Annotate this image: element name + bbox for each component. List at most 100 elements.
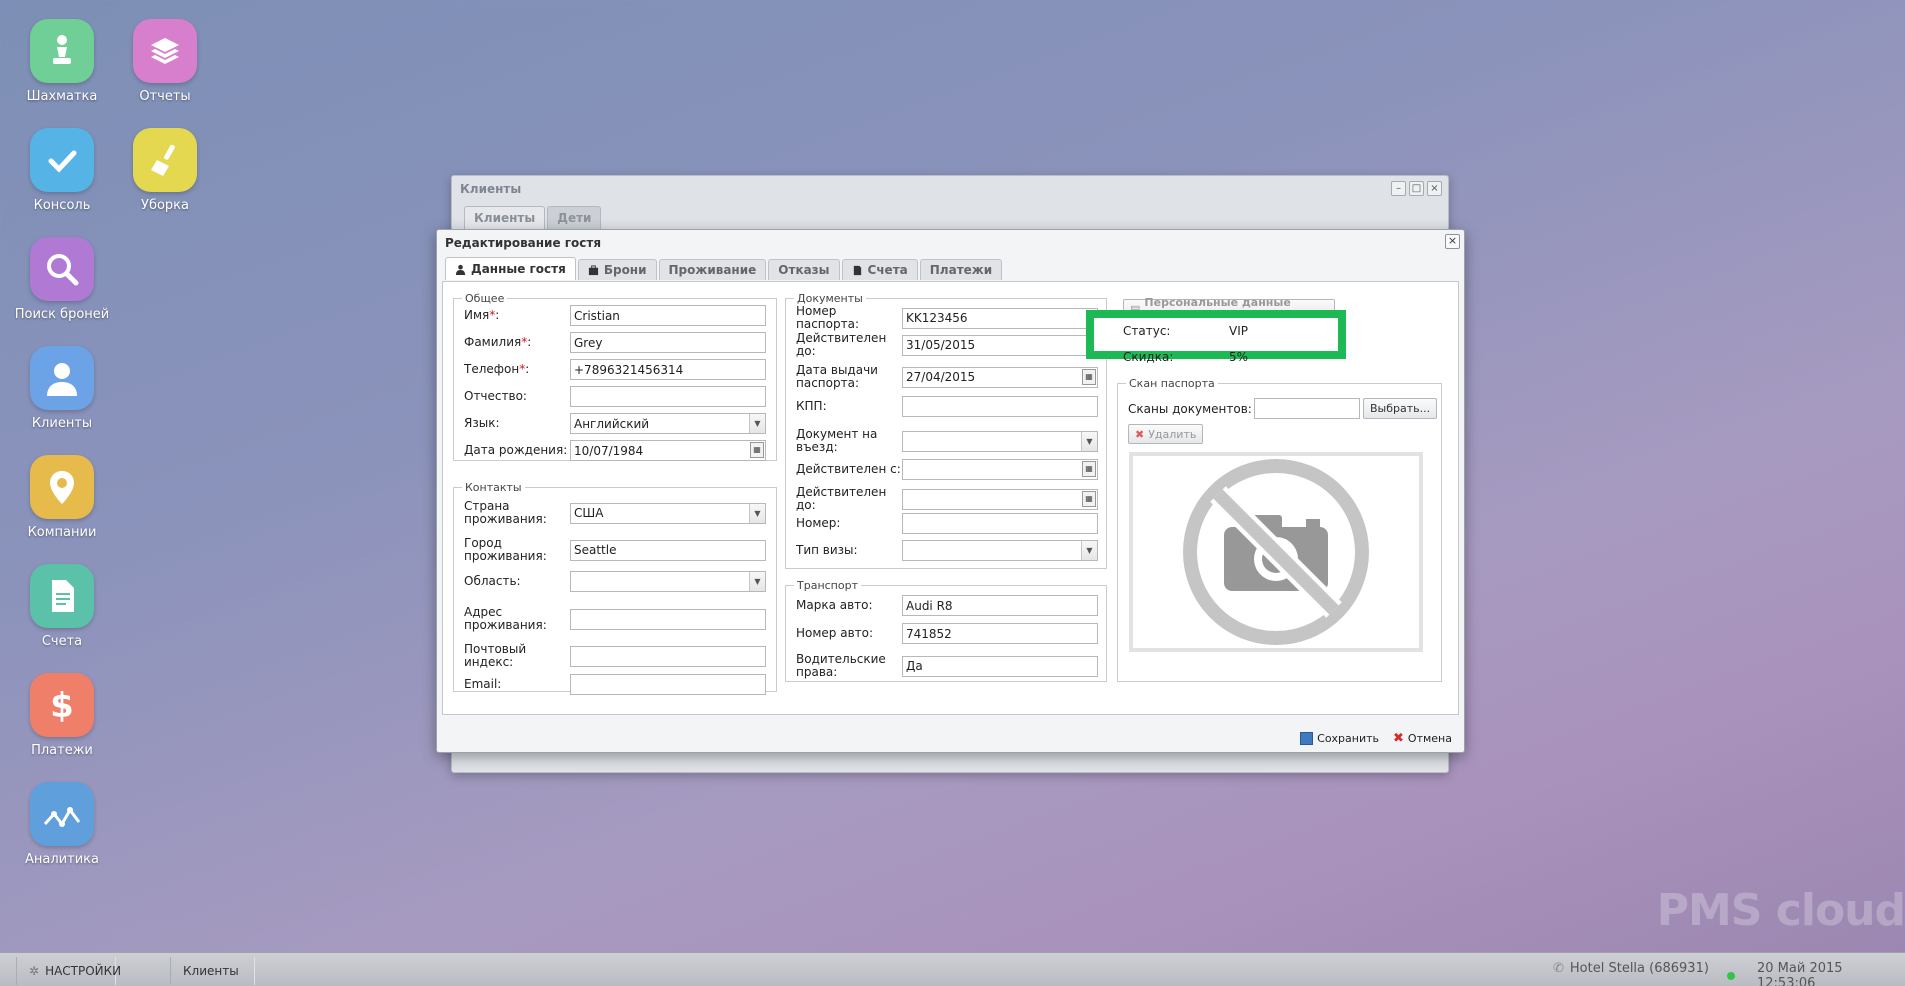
general-legend: Общее	[465, 292, 505, 305]
desktop-icon-label: Компании	[27, 525, 97, 540]
chevron-down-icon[interactable]: ▼	[1081, 541, 1097, 560]
country-label: Страна проживания:	[464, 499, 547, 526]
valid-from-field[interactable]: ▦	[902, 459, 1098, 480]
desktop-icon-label: Аналитика	[25, 852, 99, 867]
desktop-icon-companies[interactable]: Компании	[12, 455, 112, 540]
dialog-close-button[interactable]: ×	[1445, 234, 1460, 249]
status-label: Статус:	[1123, 324, 1171, 338]
tab-stay[interactable]: Проживание	[658, 259, 767, 280]
save-button[interactable]: Сохранить	[1300, 732, 1379, 745]
calendar-icon[interactable]: ▦	[1082, 461, 1096, 477]
issue-date-field[interactable]: 27/04/2015 ▦	[902, 366, 1098, 388]
dialog-body: Общее Имя*: Cristian Фамилия*: Grey Теле…	[442, 281, 1459, 715]
valid-to-field[interactable]: 31/05/2015	[902, 334, 1098, 356]
car-number-field[interactable]: 741852	[902, 623, 1098, 644]
maximize-button[interactable]: □	[1409, 181, 1424, 196]
kpp-field[interactable]	[902, 396, 1098, 417]
tab-bookings[interactable]: Брони	[577, 259, 657, 280]
chevron-down-icon[interactable]: ▼	[1081, 431, 1097, 451]
calendar-icon[interactable]: ▦	[1082, 368, 1096, 385]
country-value: США	[574, 506, 604, 520]
kpp-label: КПП:	[796, 399, 827, 413]
first-name-field[interactable]: Cristian	[570, 305, 766, 326]
line-chart-icon	[30, 782, 94, 846]
region-label: Область:	[464, 574, 521, 588]
first-name-label: Имя*:	[464, 308, 500, 322]
passport-number-label: Номер паспорта:	[796, 304, 859, 331]
desktop-icon-label: Платежи	[31, 743, 93, 758]
valid-to-2-field[interactable]: ▦	[902, 488, 1098, 510]
chevron-down-icon[interactable]: ▼	[749, 414, 765, 433]
tab-guest-data[interactable]: Данные гостя	[445, 257, 576, 280]
desktop-icon-label: Шахматка	[26, 89, 98, 104]
contacts-legend: Контакты	[465, 481, 522, 494]
datetime-display: 20 Май 2015 12:53:06	[1727, 961, 1905, 986]
drivers-license-field[interactable]: Да	[902, 655, 1098, 677]
desktop-icon-analytics[interactable]: Аналитика	[12, 782, 112, 867]
car-brand-field[interactable]: Audi R8	[902, 595, 1098, 616]
scans-field[interactable]	[1254, 398, 1360, 419]
last-name-label: Фамилия*:	[464, 335, 532, 349]
hotel-label: Hotel Stella (686931)	[1569, 961, 1709, 976]
entry-document-select[interactable]: ▼	[902, 430, 1098, 452]
patronymic-field[interactable]	[570, 386, 766, 407]
desktop-icon-cleaning[interactable]: Уборка	[115, 128, 215, 213]
chess-pawn-icon	[30, 19, 94, 83]
hotel-indicator[interactable]: ✆ Hotel Stella (686931)	[1553, 961, 1709, 976]
zip-field[interactable]	[570, 645, 766, 667]
delete-scan-button[interactable]: ✖ Удалить	[1128, 424, 1204, 444]
desktop-icon-label: Поиск броней	[14, 307, 110, 322]
settings-label: НАСТРОЙКИ	[45, 964, 122, 978]
desktop-icon-payments[interactable]: $ Платежи	[12, 673, 112, 758]
zip-label: Почтовый индекс:	[464, 642, 527, 669]
delete-x-icon: ✖	[1135, 427, 1145, 441]
desktop-icon-console[interactable]: Консоль	[12, 128, 112, 213]
minimize-button[interactable]: –	[1391, 181, 1406, 196]
address-field[interactable]	[570, 608, 766, 630]
desktop-icon-clients[interactable]: Клиенты	[12, 346, 112, 431]
visa-type-select[interactable]: ▼	[902, 540, 1098, 561]
tab-clients[interactable]: Клиенты	[464, 206, 546, 229]
transport-legend: Транспорт	[797, 579, 858, 592]
city-field[interactable]: Seattle	[570, 539, 766, 561]
tab-refusals[interactable]: Отказы	[768, 259, 840, 280]
desktop-icon-reports[interactable]: Отчеты	[115, 19, 215, 104]
last-name-field[interactable]: Grey	[570, 332, 766, 353]
desktop-icon-label: Уборка	[141, 198, 189, 213]
email-label: Email:	[464, 677, 502, 691]
desktop-icon-invoices[interactable]: Счета	[12, 564, 112, 649]
status-value: VIP	[1229, 324, 1248, 338]
close-button[interactable]: ×	[1427, 181, 1442, 196]
desktop-icon-booking-search[interactable]: Поиск броней	[12, 237, 112, 322]
person-icon	[455, 264, 466, 275]
passport-number-field[interactable]: KK123456	[902, 307, 1098, 329]
birthdate-field[interactable]: 10/07/1984 ▦	[570, 440, 766, 461]
email-field[interactable]	[570, 674, 766, 695]
cancel-button[interactable]: ✖ Отмена	[1393, 731, 1452, 746]
choose-file-button[interactable]: Выбрать...	[1363, 398, 1438, 419]
country-select[interactable]: США ▼	[570, 502, 766, 524]
chevron-down-icon[interactable]: ▼	[749, 572, 765, 591]
calendar-icon[interactable]: ▦	[1082, 490, 1096, 507]
taskbar-window-clients[interactable]: Клиенты	[170, 957, 255, 985]
chevron-down-icon[interactable]: ▼	[749, 503, 765, 523]
tab-children[interactable]: Дети	[547, 206, 602, 229]
person-icon	[30, 346, 94, 410]
status-dot-icon	[1727, 972, 1735, 980]
phone-field[interactable]: +7896321456314	[570, 359, 766, 380]
tab-payments[interactable]: Платежи	[919, 259, 1003, 280]
document-icon	[30, 564, 94, 628]
tab-invoices[interactable]: Счета	[841, 259, 918, 280]
settings-button[interactable]: ✲ НАСТРОЙКИ	[16, 957, 121, 985]
tab-label: Данные гостя	[471, 262, 566, 276]
desktop-icon-chessboard[interactable]: Шахматка	[12, 19, 112, 104]
language-select[interactable]: Английский ▼	[570, 413, 766, 434]
document-icon	[853, 265, 861, 275]
document-number-field[interactable]	[902, 513, 1098, 534]
desktop-icon-label: Клиенты	[31, 416, 93, 431]
tab-label: Брони	[603, 263, 647, 277]
save-label: Сохранить	[1317, 732, 1380, 745]
calendar-icon[interactable]: ▦	[750, 442, 764, 458]
region-select[interactable]: ▼	[570, 571, 766, 592]
passport-scan-legend: Скан паспорта	[1129, 377, 1215, 390]
